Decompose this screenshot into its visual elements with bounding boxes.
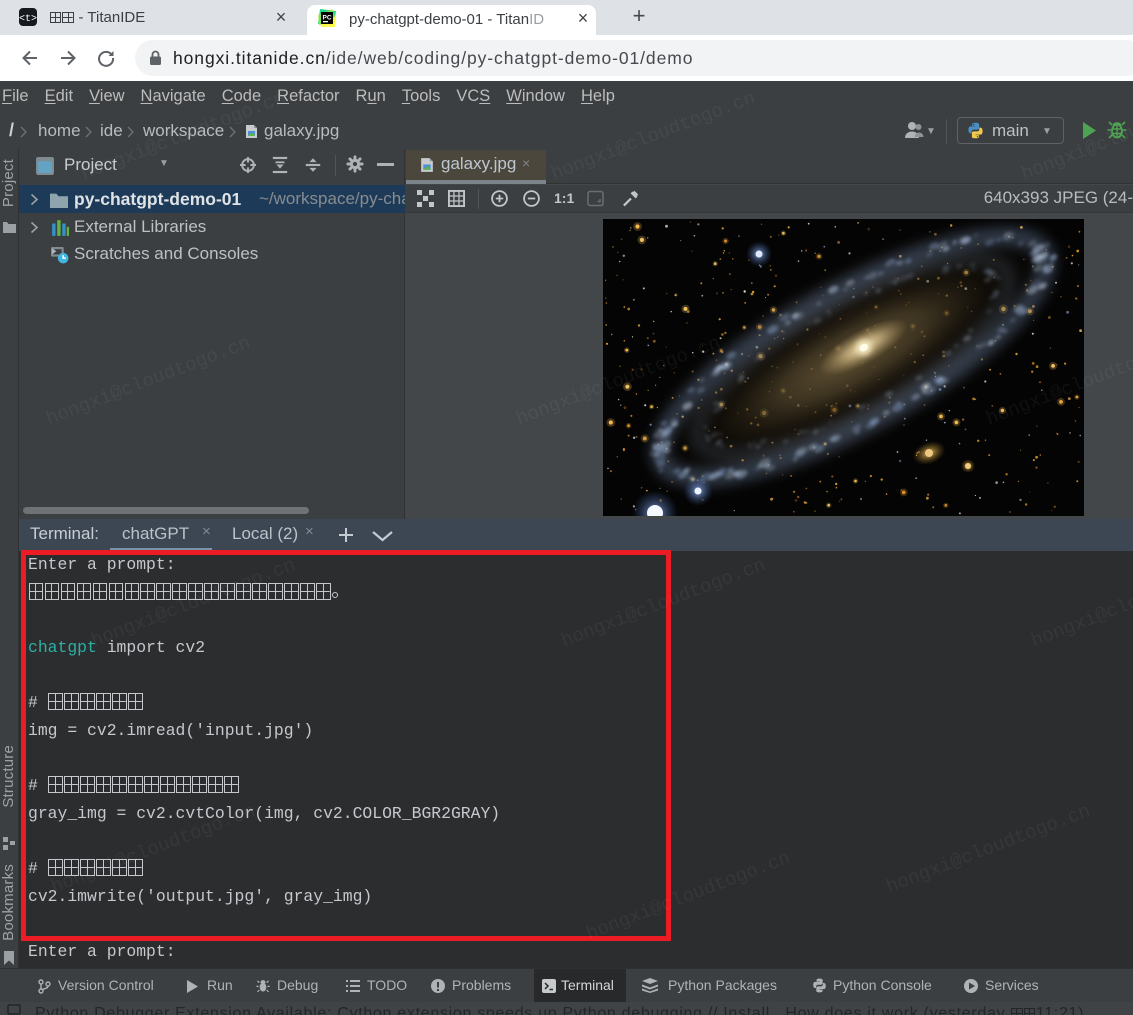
svg-text:<t>: <t>: [19, 14, 37, 25]
svg-text:PC: PC: [322, 15, 331, 22]
